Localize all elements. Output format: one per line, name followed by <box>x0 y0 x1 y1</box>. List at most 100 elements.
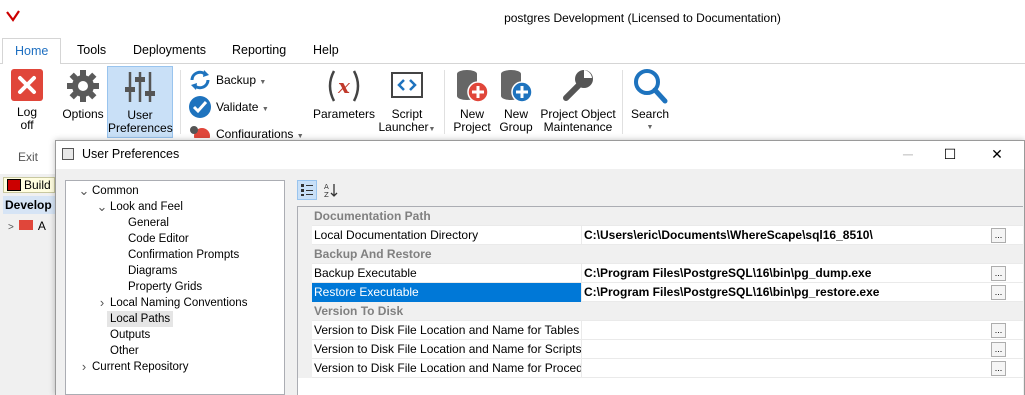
browse-ellipsis-button[interactable]: ... <box>991 266 1006 281</box>
project-object-maintenance-button[interactable]: Project Object Maintenance <box>538 68 618 134</box>
tree-node[interactable]: › Current Repository <box>82 359 189 375</box>
tree-node[interactable]: Property Grids <box>128 279 202 295</box>
chevron-right-icon[interactable]: › <box>78 359 90 375</box>
column-divider[interactable] <box>581 226 582 245</box>
build-tab[interactable]: Build <box>3 177 55 193</box>
property-row[interactable]: Version to Disk File Location and Name f… <box>298 340 1023 359</box>
title-bar: postgres Development (Licensed to Docume… <box>0 0 1025 38</box>
maximize-button[interactable]: ☐ <box>940 145 960 163</box>
browse-ellipsis-button[interactable]: ... <box>991 361 1006 376</box>
script-launcher-button[interactable]: Script Launcher▼ <box>376 68 438 136</box>
column-divider[interactable] <box>581 283 582 302</box>
options-button[interactable]: Options <box>60 68 106 121</box>
user-preferences-button[interactable]: User Preferences <box>107 66 173 138</box>
property-name: Backup Executable <box>314 266 417 280</box>
logoff-icon <box>11 69 43 101</box>
property-category-row[interactable]: Documentation Path <box>298 207 1023 226</box>
ribbon-separator <box>180 70 181 134</box>
categorized-view-button[interactable] <box>297 180 317 200</box>
browse-ellipsis-button[interactable]: ... <box>991 228 1006 243</box>
chevron-down-icon[interactable]: ⌄ <box>96 199 108 215</box>
tree-node[interactable]: Diagrams <box>128 263 177 279</box>
tree-node[interactable]: Confirmation Prompts <box>128 247 239 263</box>
validate-button[interactable]: Validate ▼ <box>188 95 298 119</box>
property-name: Version to Disk File Location and Name f… <box>314 342 581 356</box>
new-group-button[interactable]: New Group <box>495 68 537 134</box>
alphabetical-view-button[interactable]: A Z <box>321 180 341 200</box>
main-tree-item[interactable]: > A <box>8 218 55 234</box>
tab-tools[interactable]: Tools <box>77 38 106 64</box>
exit-group-label: Exit <box>18 150 39 164</box>
property-category-row[interactable]: Version To Disk <box>298 302 1023 321</box>
property-value[interactable] <box>584 321 984 340</box>
chevron-down-icon[interactable]: ⌄ <box>78 183 90 199</box>
gear-icon <box>190 126 210 138</box>
configurations-button[interactable]: Configurations ▼ <box>188 122 308 138</box>
tree-node-label: Property Grids <box>128 281 203 293</box>
browse-ellipsis-button[interactable]: ... <box>991 323 1006 338</box>
new-project-button[interactable]: New Project <box>450 68 494 134</box>
column-divider[interactable] <box>581 264 582 283</box>
close-button[interactable]: ✕ <box>987 145 1007 163</box>
categorized-icon <box>301 184 313 196</box>
property-row[interactable]: Version to Disk File Location and Name f… <box>298 359 1023 378</box>
user-preferences-dialog: User Preferences ─ ☐ ✕ ⌄ Common ⌄ Look and … <box>55 140 1025 395</box>
tab-home[interactable]: Home <box>2 38 62 65</box>
property-row[interactable]: Local Documentation Directory C:\Users\er… <box>298 226 1023 245</box>
property-grid: Documentation Path Local Documentation Di… <box>297 206 1023 395</box>
minimize-button[interactable]: ─ <box>898 145 918 163</box>
browse-ellipsis-button[interactable]: ... <box>991 342 1006 357</box>
chevron-down-icon: ▼ <box>428 126 436 133</box>
dialog-window-icon <box>62 148 74 160</box>
tree-node[interactable]: ⌄ Common <box>79 183 139 199</box>
tree-node[interactable]: General <box>128 215 169 231</box>
browse-ellipsis-button[interactable]: ... <box>991 285 1006 300</box>
search-button[interactable]: Search ▼ <box>628 68 672 134</box>
search-icon <box>634 69 668 104</box>
property-row[interactable]: Version to Disk File Location and Name f… <box>298 321 1023 340</box>
row-gutter <box>298 226 312 245</box>
property-name: Version to Disk File Location and Name f… <box>314 323 580 337</box>
tree-node[interactable]: Outputs <box>110 327 150 343</box>
parameters-icon: x <box>328 70 360 102</box>
build-icon <box>7 179 21 191</box>
sort-az-icon: A Z <box>324 183 338 199</box>
tree-node-label: Confirmation Prompts <box>128 249 240 261</box>
logoff-button[interactable]: Log off <box>6 68 48 132</box>
parameters-button[interactable]: x Parameters <box>313 68 375 121</box>
property-value[interactable]: C:\Users\eric\Documents\WhereScape\sql16… <box>584 226 984 245</box>
wrench-icon <box>563 70 593 101</box>
backup-button[interactable]: Backup ▼ <box>188 68 298 92</box>
tab-help[interactable]: Help <box>313 38 339 64</box>
tree-node[interactable]: ⌄ Look and Feel <box>97 199 183 215</box>
code-window-icon <box>391 72 423 98</box>
preferences-tree[interactable]: ⌄ Common ⌄ Look and Feel General Code Editor C… <box>65 180 285 395</box>
property-grid-toolbar: A Z <box>297 180 1017 202</box>
row-gutter <box>298 359 312 378</box>
property-name: Local Documentation Directory <box>314 228 479 242</box>
tab-reporting[interactable]: Reporting <box>232 38 286 64</box>
column-divider[interactable] <box>581 340 582 359</box>
tree-node[interactable]: Other <box>110 343 139 359</box>
property-value[interactable] <box>584 340 984 359</box>
tree-node-label: Diagrams <box>128 265 178 277</box>
property-value[interactable]: C:\Program Files\PostgreSQL\16\bin\pg_re… <box>584 283 984 302</box>
property-row[interactable]: Backup Executable C:\Program Files\Postgr… <box>298 264 1023 283</box>
column-divider[interactable] <box>581 359 582 378</box>
tree-node[interactable]: › Local Naming Conventions <box>100 295 248 311</box>
tree-node[interactable]: Code Editor <box>128 231 189 247</box>
property-value[interactable]: C:\Program Files\PostgreSQL\16\bin\pg_du… <box>584 264 984 283</box>
tree-node-label: General <box>128 217 169 229</box>
property-category-row[interactable]: Backup And Restore <box>298 245 1023 264</box>
develop-header[interactable]: Develop <box>3 196 55 214</box>
row-gutter <box>298 207 312 226</box>
tree-node-label: Common <box>92 185 139 197</box>
property-name: Version to Disk File Location and Name f… <box>314 361 581 375</box>
tab-deployments[interactable]: Deployments <box>133 38 206 64</box>
chevron-right-icon[interactable]: › <box>96 295 108 311</box>
property-row[interactable]: Restore Executable C:\Program Files\Postg… <box>298 283 1023 302</box>
column-divider[interactable] <box>581 321 582 340</box>
property-value[interactable] <box>584 359 984 378</box>
row-gutter <box>298 283 312 302</box>
tree-node[interactable]: Local Paths <box>107 311 174 327</box>
